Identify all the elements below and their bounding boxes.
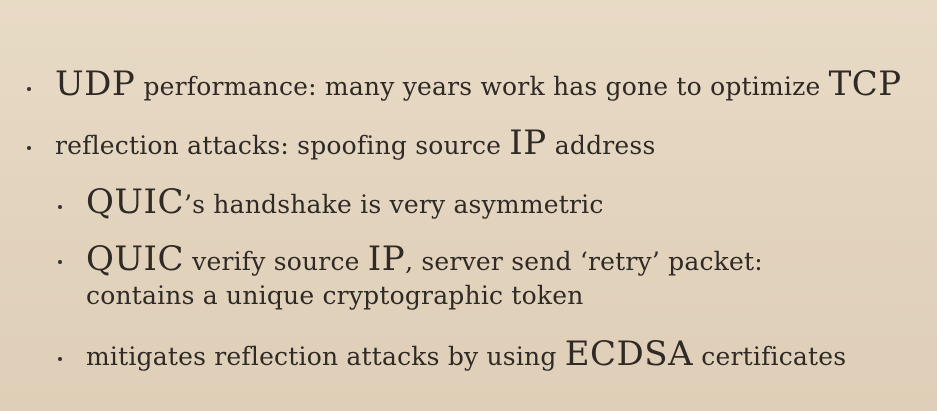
bullet-udp-performance: UDP performance: many years work has gon… [27,64,902,104]
bullet-tail: certificates [693,342,847,371]
bullet-text: QUIC verify source IP, server send ‘retr… [86,242,866,313]
bullet-dot [58,260,62,264]
bullet-body: mitigates reflection attacks by using [86,342,565,371]
bullet-text: QUIC’s handshake is very asymmetric [86,182,604,222]
bullet-text: reflection attacks: spoofing source IP a… [55,123,655,163]
term-quic: QUIC [86,239,184,279]
term-quic: QUIC [86,182,184,222]
bullet-body: performance: many years work has gone to… [135,72,829,101]
bullet-body: ’s handshake is very asymmetric [183,190,604,219]
term-tcp: TCP [828,64,902,104]
bullet-dot [58,357,62,361]
bullet-text: mitigates reflection attacks by using EC… [86,334,846,374]
sub-bullet-handshake: QUIC’s handshake is very asymmetric [58,182,604,222]
sub-bullet-verify-source-ip: QUIC verify source IP, server send ‘retr… [58,242,866,313]
bullet-tail: address [546,131,656,160]
term-ip: IP [367,239,406,279]
term-ip: IP [509,123,547,163]
bullet-body: reflection attacks: spoofing source [55,131,510,160]
bullet-text: UDP performance: many years work has gon… [55,64,902,104]
slide: UDP performance: many years work has gon… [0,0,937,411]
bullet-dot [27,146,31,150]
bullet-dot [27,87,31,91]
bullet-body: verify source [183,247,368,276]
bullet-dot [58,205,62,209]
term-udp: UDP [55,64,136,104]
term-ecdsa: ECDSA [564,334,694,374]
bullet-reflection-attacks: reflection attacks: spoofing source IP a… [27,123,655,163]
sub-bullet-ecdsa: mitigates reflection attacks by using EC… [58,334,846,374]
